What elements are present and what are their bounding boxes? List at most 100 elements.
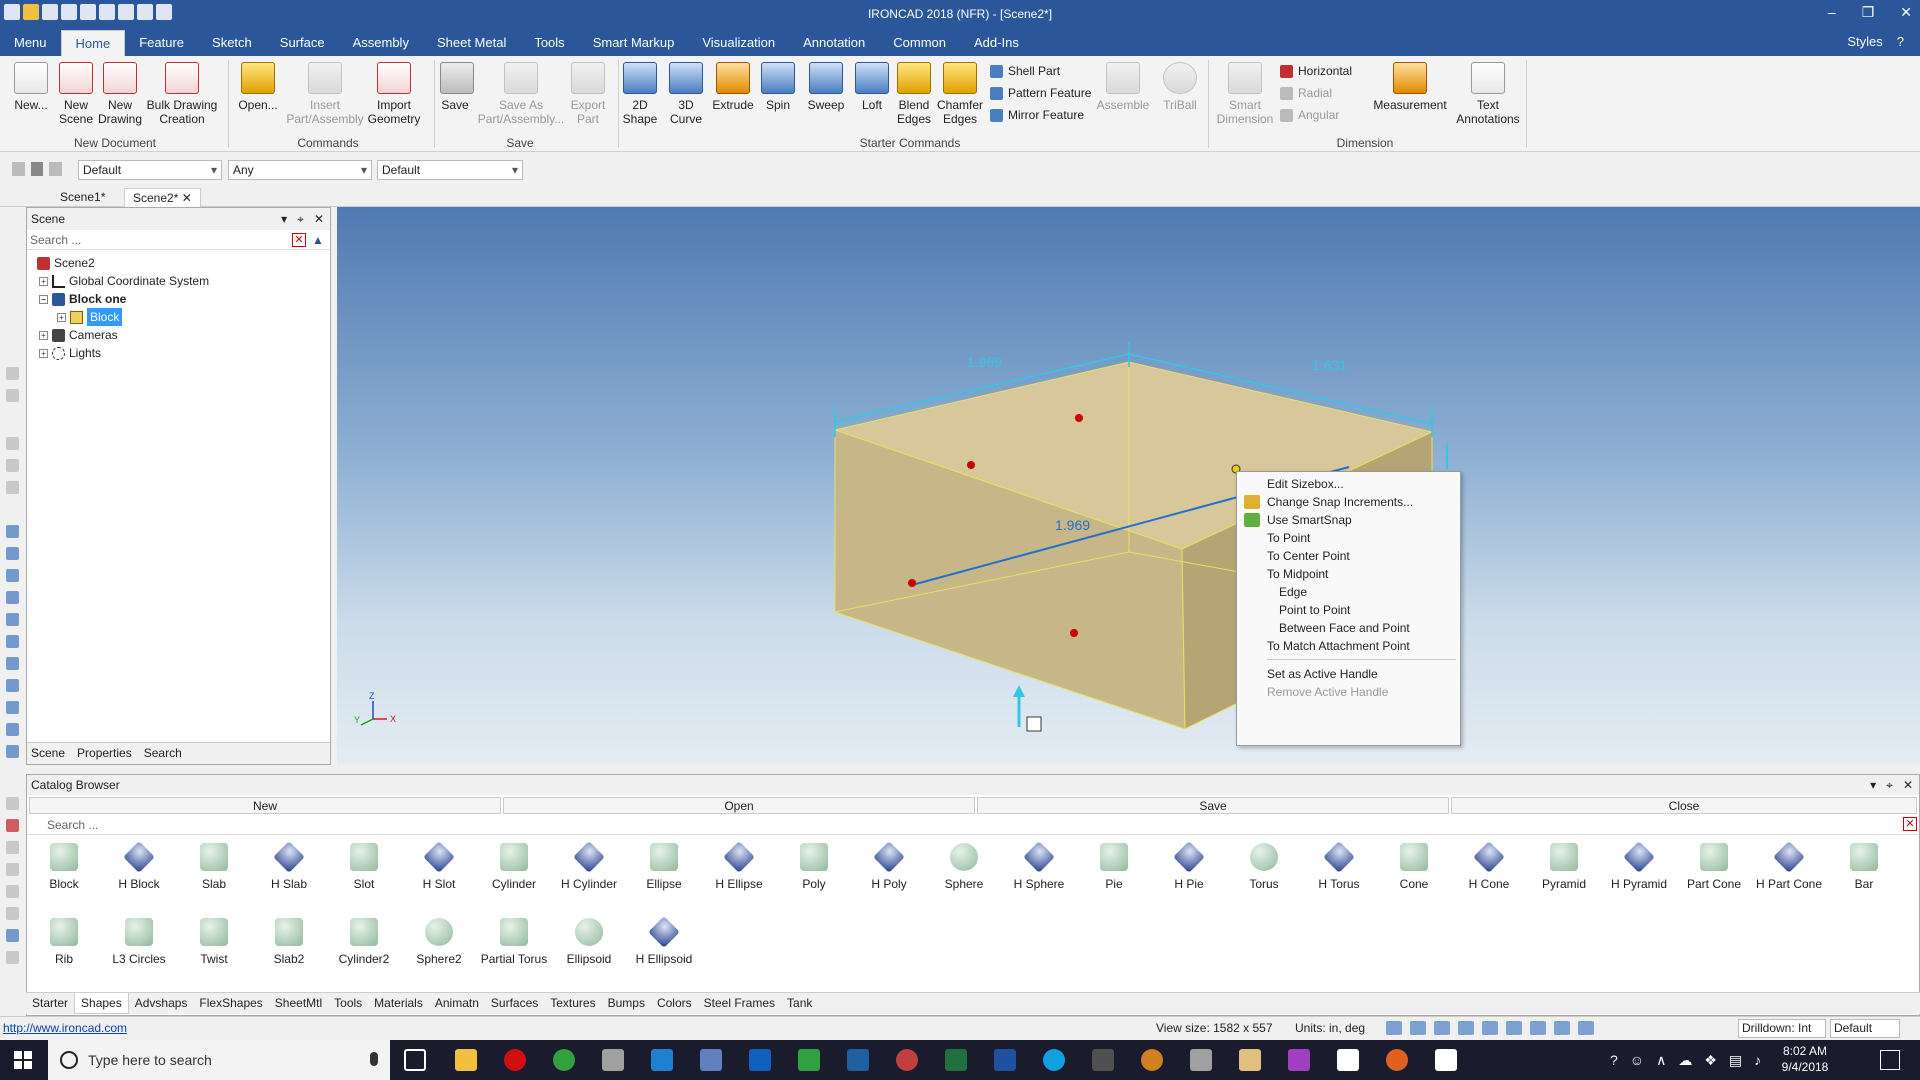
shape-h-pyramid[interactable]: H Pyramid bbox=[1604, 841, 1674, 891]
style-combo[interactable]: Default bbox=[78, 160, 222, 180]
selection-filter-icon[interactable] bbox=[12, 162, 25, 176]
shape-h-slab[interactable]: H Slab bbox=[254, 841, 324, 891]
shape-h-slot[interactable]: H Slot bbox=[404, 841, 474, 891]
export-part-button[interactable]: Export Part bbox=[568, 62, 608, 126]
microphone-icon[interactable] bbox=[370, 1052, 378, 1066]
handle-point[interactable] bbox=[967, 461, 975, 469]
pointer-icon[interactable] bbox=[30, 162, 44, 176]
tool-icon[interactable] bbox=[6, 885, 19, 898]
shape-l3-circles[interactable]: L3 Circles bbox=[104, 918, 174, 966]
shape-ellipsoid[interactable]: Ellipsoid bbox=[554, 918, 624, 966]
new-button[interactable]: New... bbox=[12, 62, 50, 112]
ironcad-taskbar-icon[interactable] bbox=[602, 1049, 624, 1071]
tool-icon[interactable] bbox=[6, 745, 19, 758]
new-drawing-button[interactable]: New Drawing bbox=[98, 62, 142, 126]
catalog-tab-steel-frames[interactable]: Steel Frames bbox=[698, 993, 781, 1014]
dimension-label-width[interactable]: 1.631 bbox=[1312, 357, 1347, 373]
tool-icon[interactable] bbox=[6, 679, 19, 692]
close-icon[interactable]: ✕ bbox=[314, 208, 324, 230]
filter-icon[interactable]: ▲ bbox=[312, 233, 326, 247]
outlook-icon[interactable] bbox=[749, 1049, 771, 1071]
tool-icon[interactable] bbox=[6, 841, 19, 854]
notifications-icon[interactable] bbox=[1880, 1050, 1900, 1070]
shape-twist[interactable]: Twist bbox=[179, 918, 249, 966]
pan-icon[interactable] bbox=[1506, 1021, 1522, 1035]
word-icon[interactable] bbox=[994, 1049, 1016, 1071]
website-link[interactable]: http://www.ironcad.com bbox=[3, 1017, 127, 1039]
handle-point[interactable] bbox=[1075, 414, 1083, 422]
tab-common[interactable]: Common bbox=[879, 30, 960, 56]
app-icon[interactable] bbox=[1239, 1049, 1261, 1071]
shape-cylinder2[interactable]: Cylinder2 bbox=[329, 918, 399, 966]
anchor-icon[interactable] bbox=[1026, 716, 1042, 732]
doc-tab-scene2[interactable]: Scene2* ✕ bbox=[124, 188, 201, 207]
shape-h-poly[interactable]: H Poly bbox=[854, 841, 924, 891]
tab-assembly[interactable]: Assembly bbox=[339, 30, 423, 56]
sweep-button[interactable]: Sweep bbox=[804, 62, 848, 112]
import-geometry-button[interactable]: Import Geometry bbox=[366, 62, 422, 126]
expand-icon[interactable]: + bbox=[39, 348, 48, 358]
app-icon[interactable] bbox=[700, 1049, 722, 1071]
zoom-icon[interactable] bbox=[1386, 1021, 1402, 1035]
tool-icon[interactable] bbox=[6, 907, 19, 920]
angular-dimension-button[interactable]: Angular bbox=[1280, 108, 1339, 122]
bulk-drawing-button[interactable]: Bulk Drawing Creation bbox=[146, 62, 218, 126]
close-tab-icon[interactable]: ✕ bbox=[182, 191, 192, 205]
size-handle-arrow[interactable] bbox=[1013, 685, 1025, 697]
tool-icon[interactable] bbox=[6, 569, 19, 582]
task-view-icon[interactable] bbox=[404, 1049, 426, 1071]
expand-icon[interactable]: + bbox=[39, 330, 48, 340]
tool-icon[interactable] bbox=[6, 797, 19, 810]
shape-torus[interactable]: Torus bbox=[1229, 843, 1299, 891]
shape-ellipse[interactable]: Ellipse bbox=[629, 843, 699, 891]
catalog-tab-surfaces[interactable]: Surfaces bbox=[485, 993, 544, 1014]
restore-button[interactable]: ❐ bbox=[1862, 4, 1875, 21]
clear-search-icon[interactable]: ✕ bbox=[292, 233, 306, 247]
panel-tab-search[interactable]: Search bbox=[144, 743, 182, 764]
catalog-tab-flexshapes[interactable]: FlexShapes bbox=[193, 993, 268, 1014]
handle-point[interactable] bbox=[908, 579, 916, 587]
shape-h-block[interactable]: H Block bbox=[104, 841, 174, 891]
catalog-tab-bumps[interactable]: Bumps bbox=[602, 993, 651, 1014]
tab-smart-markup[interactable]: Smart Markup bbox=[579, 30, 689, 56]
collapse-icon[interactable]: − bbox=[39, 294, 48, 304]
tool-icon[interactable] bbox=[6, 701, 19, 714]
tab-tools[interactable]: Tools bbox=[520, 30, 578, 56]
shape-pyramid[interactable]: Pyramid bbox=[1529, 843, 1599, 891]
shape-slab2[interactable]: Slab2 bbox=[254, 918, 324, 966]
chevron-up-icon[interactable]: ∧ bbox=[1656, 1052, 1666, 1069]
excel-icon[interactable] bbox=[945, 1049, 967, 1071]
pin-icon[interactable]: ⌖ bbox=[297, 208, 304, 230]
app-icon[interactable] bbox=[847, 1049, 869, 1071]
catalog-new-button[interactable]: New bbox=[29, 797, 501, 814]
extrude-button[interactable]: Extrude bbox=[710, 62, 756, 112]
catalog-tab-materials[interactable]: Materials bbox=[368, 993, 429, 1014]
doc-tab-scene1[interactable]: Scene1* bbox=[52, 188, 113, 207]
menu-item-use-smartsnap[interactable]: Use SmartSnap bbox=[1267, 512, 1352, 528]
measurement-button[interactable]: Measurement bbox=[1370, 62, 1450, 112]
close-button[interactable]: ✕ bbox=[1900, 4, 1912, 21]
zoom-box-icon[interactable] bbox=[1410, 1021, 1426, 1035]
tool-icon[interactable] bbox=[6, 367, 19, 380]
save-button[interactable]: Save bbox=[440, 62, 474, 112]
tool-icon[interactable] bbox=[6, 951, 19, 964]
shape-h-cone[interactable]: H Cone bbox=[1454, 841, 1524, 891]
chevron-down-icon[interactable]: ▾ bbox=[1870, 775, 1876, 795]
shape-h-sphere[interactable]: H Sphere bbox=[1004, 841, 1074, 891]
spin-button[interactable]: Spin bbox=[760, 62, 796, 112]
catalog-tab-textures[interactable]: Textures bbox=[544, 993, 601, 1014]
material-combo[interactable]: Default bbox=[377, 160, 523, 180]
menu-item-point-to-point[interactable]: Point to Point bbox=[1279, 602, 1350, 618]
catalog-tab-starter[interactable]: Starter bbox=[26, 993, 74, 1014]
catalog-tab-tools[interactable]: Tools bbox=[328, 993, 368, 1014]
shape-slab[interactable]: Slab bbox=[179, 843, 249, 891]
insert-part-button[interactable]: Insert Part/Assembly bbox=[282, 62, 368, 126]
tab-surface[interactable]: Surface bbox=[266, 30, 339, 56]
catalog-tab-colors[interactable]: Colors bbox=[651, 993, 698, 1014]
shape-cone[interactable]: Cone bbox=[1379, 843, 1449, 891]
dropbox-icon[interactable]: ❖ bbox=[1704, 1052, 1717, 1069]
calculator-icon[interactable] bbox=[1092, 1049, 1114, 1071]
handle-point[interactable] bbox=[1070, 629, 1078, 637]
tool-icon[interactable] bbox=[6, 389, 19, 402]
shape-poly[interactable]: Poly bbox=[779, 843, 849, 891]
